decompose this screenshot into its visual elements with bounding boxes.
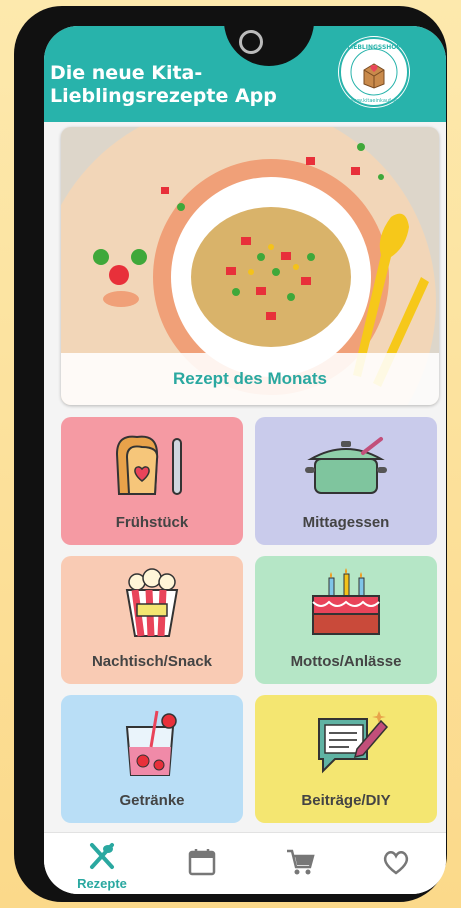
category-label: Mittagessen [302, 514, 390, 531]
badge-bottom-text: www.kitaeinkauf.de [350, 98, 399, 104]
category-fruehstueck[interactable]: Frühstück [61, 417, 243, 545]
app-screen: Die neue Kita-Lieblingsrezepte App LIEBL… [44, 26, 446, 894]
category-getraenke[interactable]: Getränke [61, 695, 243, 823]
category-nachtisch-snack[interactable]: Nachtisch/Snack [61, 556, 243, 684]
cooking-pot-icon [305, 437, 387, 494]
camera-icon [239, 30, 263, 54]
category-label: Nachtisch/Snack [91, 653, 213, 670]
drink-glass-icon [125, 710, 177, 776]
category-label: Beiträge/DIY [301, 792, 391, 809]
shop-logo-icon: LIEBLINGSSHOP www.kitaeinkauf.de [339, 37, 409, 107]
calendar-icon [188, 849, 216, 876]
lieblingsshop-logo[interactable]: LIEBLINGSSHOP www.kitaeinkauf.de [338, 36, 410, 108]
nav-tab-favorites[interactable] [346, 833, 446, 894]
nav-label-rezepte: Rezepte [77, 876, 127, 891]
category-beitraege-diy[interactable]: Beiträge/DIY [255, 695, 437, 823]
category-label: Mottos/Anlässe [290, 653, 402, 670]
cart-icon [287, 849, 315, 875]
category-label: Frühstück [115, 514, 189, 531]
app-title: Die neue Kita-Lieblingsrezepte App [50, 62, 277, 107]
category-mottos-anlaesse[interactable]: Mottos/Anlässe [255, 556, 437, 684]
category-mittagessen[interactable]: Mittagessen [255, 417, 437, 545]
nav-tab-cart[interactable] [250, 833, 350, 894]
phone-frame: Die neue Kita-Lieblingsrezepte App LIEBL… [14, 6, 447, 902]
toast-icon [115, 435, 182, 495]
recipe-of-month-label: Rezept des Monats [61, 353, 439, 405]
phone-notch [224, 26, 314, 66]
recipe-of-month-card[interactable]: Rezept des Monats [61, 127, 439, 405]
category-label: Getränke [119, 792, 185, 809]
badge-top-text: LIEBLINGSSHOP [347, 44, 401, 51]
popcorn-icon [125, 568, 179, 637]
birthday-cake-icon [312, 568, 380, 635]
bottom-nav: Rezepte [44, 832, 446, 894]
heart-icon [383, 851, 409, 875]
cutlery-icon [90, 843, 114, 869]
nav-tab-calendar[interactable] [152, 833, 252, 894]
app-header: Die neue Kita-Lieblingsrezepte App LIEBL… [44, 26, 446, 122]
notepad-pencil-icon [318, 711, 389, 774]
nav-tab-rezepte[interactable]: Rezepte [52, 833, 152, 894]
